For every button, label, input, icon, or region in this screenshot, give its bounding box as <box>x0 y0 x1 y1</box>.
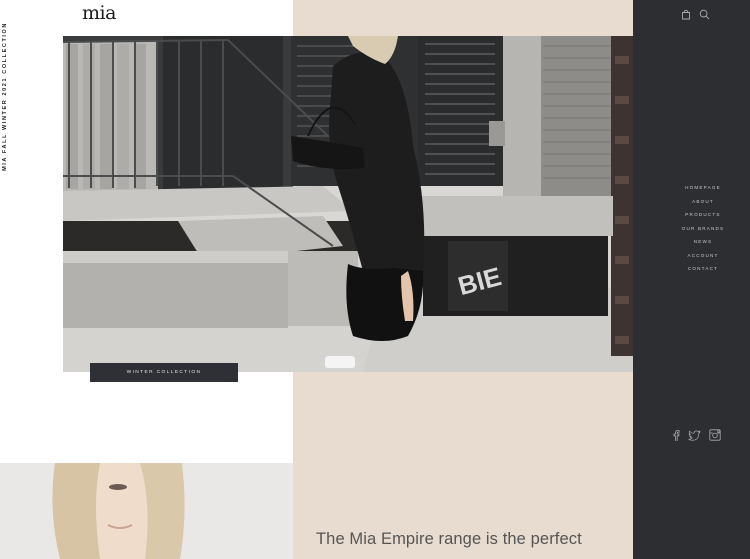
hero-photo-illustration: BIE <box>63 36 633 372</box>
shopping-bag-icon[interactable] <box>681 9 691 20</box>
facebook-icon[interactable] <box>672 428 680 446</box>
header-icons <box>681 9 710 20</box>
twitter-icon[interactable] <box>688 428 701 446</box>
social-links <box>672 428 721 446</box>
side-navigation-panel: HOMEPAGE ABOUT PRODUCTS OUR BRANDS NEWS … <box>633 0 750 559</box>
nav-item-homepage[interactable]: HOMEPAGE <box>633 181 750 195</box>
vertical-collection-tag: MIA FALL WINTER 2021 COLLECTION <box>1 22 9 192</box>
nav-item-contact[interactable]: CONTACT <box>633 262 750 276</box>
nav-item-about[interactable]: ABOUT <box>633 195 750 209</box>
main-navigation: HOMEPAGE ABOUT PRODUCTS OUR BRANDS NEWS … <box>633 181 750 276</box>
portrait-photo-illustration <box>0 463 293 559</box>
search-icon[interactable] <box>699 9 710 20</box>
hero-image: BIE <box>63 36 633 372</box>
winter-collection-button[interactable]: WINTER COLLECTION <box>90 363 238 382</box>
instagram-icon[interactable] <box>709 428 721 446</box>
collection-tagline: The Mia Empire range is the perfect <box>316 530 582 548</box>
nav-item-account[interactable]: ACCOUNT <box>633 249 750 263</box>
portrait-image <box>0 463 293 559</box>
nav-item-our-brands[interactable]: OUR BRANDS <box>633 222 750 236</box>
nav-item-products[interactable]: PRODUCTS <box>633 208 750 222</box>
brand-logo[interactable]: mia <box>82 2 116 24</box>
vertical-collection-text: MIA FALL WINTER 2021 COLLECTION <box>2 22 8 171</box>
nav-item-news[interactable]: NEWS <box>633 235 750 249</box>
